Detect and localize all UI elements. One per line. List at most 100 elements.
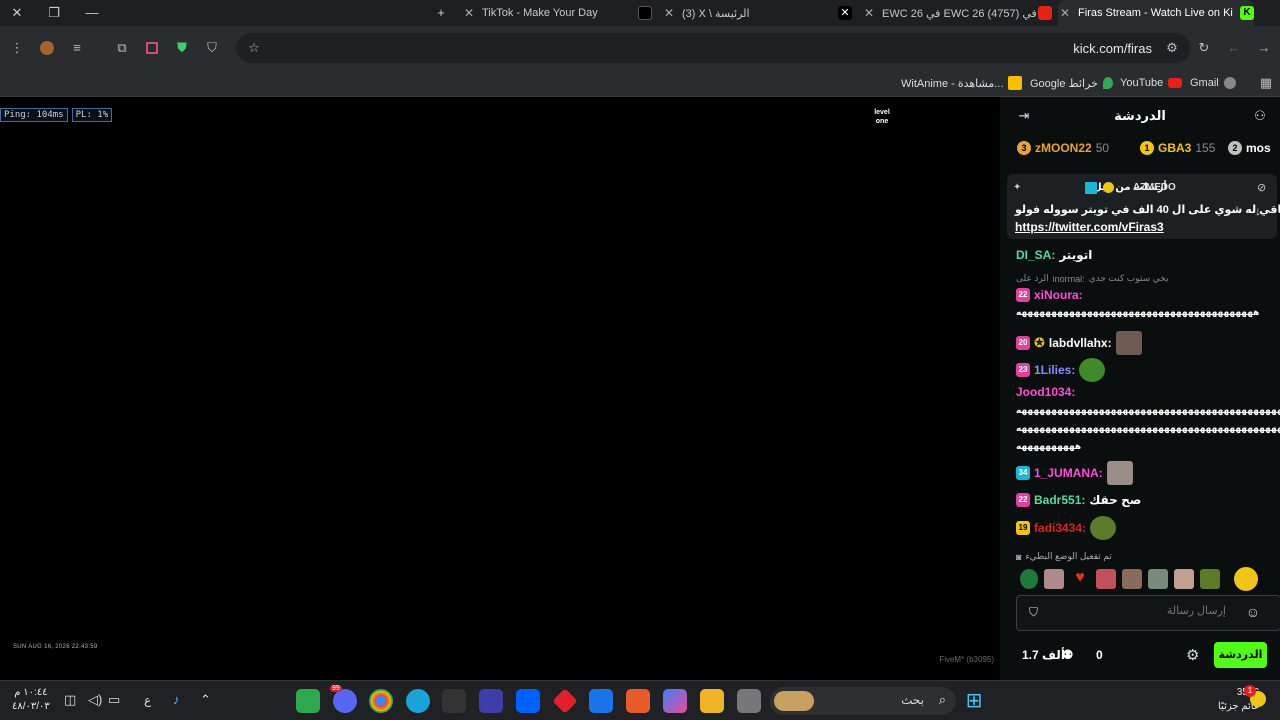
sub-badge-icon — [1103, 182, 1114, 193]
ping-readout: Ping: 104ms — [0, 108, 68, 122]
emoji-picker-icon[interactable]: ☺ — [1246, 604, 1260, 620]
bookmark-youtube[interactable]: YouTube — [1120, 73, 1183, 93]
leaderboard-entry[interactable]: 3 zMOON22 50 — [1017, 141, 1109, 155]
emote-icon[interactable] — [1174, 569, 1194, 589]
youtube-icon — [1038, 6, 1052, 20]
leaderboard-entry[interactable]: 1 GBA3 155 — [1140, 141, 1215, 155]
leaderboard-entry[interactable]: 2 mos — [1228, 141, 1271, 155]
file-explorer-icon[interactable] — [700, 689, 724, 713]
discord-badge: 99 — [330, 685, 342, 692]
chat-message-input[interactable] — [1076, 605, 1226, 617]
apps-grid-icon[interactable]: ▦ — [1256, 73, 1276, 93]
stream-timestamp: SUN AUG 16, 2026 22:43:59 — [13, 644, 98, 650]
copilot-icon[interactable] — [663, 689, 687, 713]
fivem-build-label: FiveM* (b3095) — [939, 655, 994, 664]
chat-message-continuation: هههههههههههههههههههههههههههههههههههههههه… — [1016, 307, 1260, 317]
tab-x[interactable]: ✕ (3) X \ الرئيسة ✕ — [662, 0, 852, 26]
emote-image — [1115, 331, 1142, 355]
app-icon[interactable] — [552, 688, 578, 714]
close-window-icon[interactable]: ✕ — [8, 4, 26, 22]
chat-message: DI_SA: اتويتر — [1016, 248, 1093, 262]
shield-green-icon[interactable]: ⛊ — [172, 38, 192, 58]
sunglasses-emoji-icon[interactable] — [1234, 567, 1258, 591]
search-icon: ⌕ — [938, 692, 946, 707]
restore-window-icon[interactable]: ❐ — [45, 4, 63, 22]
chat-message-continuation: ههههههههههه — [1016, 441, 1082, 451]
close-tab-icon[interactable]: ✕ — [1058, 6, 1072, 20]
emote-icon[interactable] — [1020, 569, 1038, 589]
chat-message: 34 1_JUMANA: — [1016, 461, 1133, 485]
forward-icon[interactable]: ← — [1224, 38, 1244, 58]
level-one-logo: level one — [874, 109, 890, 125]
chat-reply-context: الرد على inormal: يخي ستوب كنت جدي — [1016, 273, 1169, 284]
maps-pin-icon — [1102, 77, 1113, 89]
mod-badge-icon — [1085, 182, 1097, 194]
pinned-link[interactable]: https://twitter.com/vFiras3 — [1015, 220, 1164, 234]
chat-footer: 1.7 ألف ⚉ 0 ⚙ الدردشة — [1000, 642, 1280, 670]
windows-start-icon[interactable]: ⊞ — [962, 689, 986, 713]
app-icon[interactable] — [479, 689, 503, 713]
bookmark-star-icon[interactable]: ☆ — [244, 38, 264, 58]
close-tab-icon[interactable]: ✕ — [662, 6, 676, 20]
address-bar[interactable]: ☆ kick.com/firas ⚙ — [236, 33, 1190, 63]
url-text: kick.com/firas — [1073, 41, 1152, 56]
heart-icon[interactable]: ♥ — [1070, 569, 1090, 589]
bookmark-witanime[interactable]: WitAnime - مشاهدة... — [901, 73, 1023, 93]
edge-icon[interactable] — [406, 689, 430, 713]
dropbox-icon[interactable] — [516, 689, 540, 713]
chat-message-continuation: هههههههههههههههههههههههههههههههههههههههه… — [1016, 423, 1280, 433]
tab-youtube-ewc[interactable]: ✕ EWC 26 في EWC 26 (4757) روكيت ليق في — [862, 0, 1052, 26]
shield-icon: ⛉ — [1029, 605, 1039, 619]
tab-kick-firas[interactable]: ✕ Firas Stream - Watch Live on Ki K — [1058, 0, 1254, 26]
chrome-icon[interactable] — [369, 689, 393, 713]
emote-icon[interactable] — [1200, 569, 1220, 589]
taskbar-search[interactable]: بحث ⌕ — [770, 687, 956, 715]
emote-icon[interactable] — [1148, 569, 1168, 589]
minimize-window-icon[interactable]: — — [83, 4, 101, 22]
mail-icon[interactable] — [589, 689, 613, 713]
pepe-emote — [1090, 516, 1117, 540]
site-settings-icon[interactable]: ⚙ — [1162, 38, 1182, 58]
close-tab-icon[interactable]: ✕ — [462, 6, 476, 20]
users-icon: ⚉ — [1062, 647, 1074, 662]
chat-send-button[interactable]: الدردشة — [1214, 642, 1267, 668]
clock[interactable]: ١٠:٤٤ م ٤٨/٠٣/٠٣ — [12, 686, 50, 714]
app-icon[interactable] — [296, 689, 320, 713]
microphone-icon[interactable]: ♪ — [173, 692, 180, 707]
menu-dots-icon[interactable]: ⋮ — [7, 38, 27, 58]
tab-tiktok[interactable]: ✕ TikTok - Make Your Day — [462, 0, 652, 26]
app-icon[interactable] — [737, 689, 761, 713]
shield-icon[interactable]: ⛉ — [202, 38, 222, 58]
network-hud: Ping: 104ms PL: 1% — [0, 108, 113, 122]
extension-icon[interactable] — [142, 38, 162, 58]
emote-icon[interactable] — [1122, 569, 1142, 589]
profile-avatar-icon[interactable] — [37, 38, 57, 58]
epic-games-icon[interactable] — [442, 689, 466, 713]
discord-icon[interactable] — [333, 689, 357, 713]
network-icon[interactable]: ▭ — [108, 692, 120, 708]
extensions-icon[interactable]: ⧉ — [112, 38, 132, 58]
video-player[interactable]: Ping: 104ms PL: 1% level one SUN AUG 16,… — [0, 97, 1000, 680]
chat-input-box[interactable]: ⛉ ☺ — [1016, 595, 1280, 631]
unpin-icon[interactable]: ⊘ — [1257, 181, 1266, 194]
bookmark-gmail[interactable]: Gmail — [1190, 73, 1236, 93]
volume-icon[interactable]: ◁) — [88, 692, 102, 708]
expand-down-icon[interactable]: ↓ — [1255, 204, 1261, 218]
users-icon[interactable]: ⚇ — [1250, 106, 1270, 126]
new-tab-icon[interactable]: + — [432, 4, 450, 22]
media-controls-icon[interactable]: ≡ — [67, 38, 87, 58]
chevron-up-icon[interactable]: ⌃ — [200, 692, 211, 708]
language-indicator[interactable]: ع — [144, 693, 151, 707]
reload-icon[interactable]: ↻ — [1194, 38, 1214, 58]
emote-icon[interactable] — [1096, 569, 1116, 589]
emote-icon[interactable] — [1044, 569, 1064, 589]
gamepad-icon[interactable]: ◫ — [64, 692, 76, 708]
slow-mode-notice: ◙ تم تفعيل الوضع البطيء — [1016, 551, 1112, 562]
pinned-text: وباقي له شوي على ال 40 الف في تويتر سوول… — [1015, 204, 1280, 216]
pinned-username[interactable]: A7MEDO — [1133, 182, 1176, 193]
close-tab-icon[interactable]: ✕ — [862, 6, 876, 20]
bookmark-google-maps[interactable]: Google خرائط — [1030, 73, 1113, 93]
store-icon[interactable] — [626, 689, 650, 713]
settings-gear-icon[interactable]: ⚙ — [1186, 646, 1199, 664]
back-icon[interactable]: → — [1254, 38, 1274, 58]
